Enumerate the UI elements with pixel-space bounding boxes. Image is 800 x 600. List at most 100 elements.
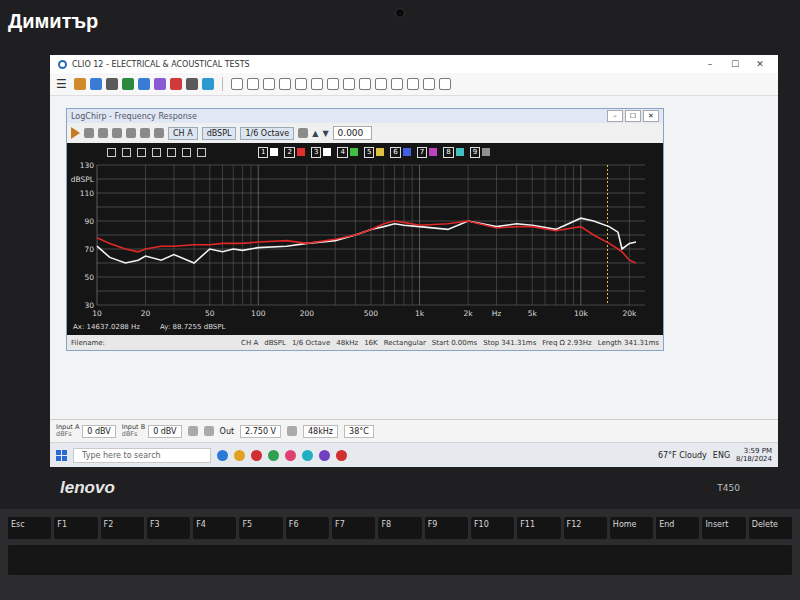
tool-icon[interactable] <box>287 426 297 436</box>
tool-icon[interactable] <box>74 78 86 90</box>
input-level-field[interactable]: 0 dBV <box>148 425 181 438</box>
key[interactable]: F1 <box>54 517 97 539</box>
tool-icon[interactable] <box>182 148 191 157</box>
cursor-line[interactable] <box>607 165 608 305</box>
tool-icon[interactable] <box>186 78 198 90</box>
tool-icon[interactable] <box>343 78 355 90</box>
arrow-button[interactable]: ▼ <box>322 129 328 138</box>
tool-icon[interactable] <box>327 78 339 90</box>
key[interactable]: F4 <box>193 517 236 539</box>
weather[interactable]: 67°F Cloudy <box>658 451 707 460</box>
key[interactable]: F5 <box>239 517 282 539</box>
tool-icon[interactable] <box>140 128 150 138</box>
app-icon[interactable] <box>336 450 347 461</box>
window-control[interactable]: ☐ <box>625 110 641 122</box>
tool-icon[interactable] <box>170 78 182 90</box>
smoothing-button[interactable]: 1/6 Octave <box>240 127 294 140</box>
tool-icon[interactable] <box>423 78 435 90</box>
tool-icon[interactable] <box>137 148 146 157</box>
tool-icon[interactable] <box>152 148 161 157</box>
language[interactable]: ENG <box>713 451 730 460</box>
tool-icon[interactable] <box>204 426 214 436</box>
tool-icon[interactable] <box>359 78 371 90</box>
tool-icon[interactable] <box>98 128 108 138</box>
tool-icon[interactable] <box>439 78 451 90</box>
unit-button[interactable]: dBSPL <box>202 127 237 140</box>
tool-icon[interactable] <box>197 148 206 157</box>
tool-icon[interactable] <box>375 78 387 90</box>
x-tick: 20k <box>622 309 637 318</box>
key[interactable]: Insert <box>702 517 745 539</box>
key[interactable]: F7 <box>332 517 375 539</box>
key[interactable]: F6 <box>286 517 329 539</box>
channel-button[interactable]: CH A <box>168 127 198 140</box>
tool-icon[interactable] <box>112 128 122 138</box>
tool-icon[interactable] <box>407 78 419 90</box>
clock[interactable]: 3:59 PM8/18/2024 <box>736 447 772 463</box>
app-icon[interactable] <box>251 450 262 461</box>
tool-icon[interactable] <box>90 78 102 90</box>
app-icon[interactable] <box>234 450 245 461</box>
tool-icon[interactable] <box>202 78 214 90</box>
overlay-slot[interactable]: 1 <box>258 147 278 158</box>
tool-icon[interactable] <box>106 78 118 90</box>
overlay-slot[interactable]: 5 <box>364 147 384 158</box>
key[interactable]: Esc <box>8 517 51 539</box>
app-icon[interactable] <box>285 450 296 461</box>
key[interactable]: F2 <box>101 517 144 539</box>
overlay-slot[interactable]: 2 <box>284 147 304 158</box>
overlay-slot[interactable]: 3 <box>311 147 331 158</box>
overlay-slot[interactable]: 6 <box>390 147 410 158</box>
sample-rate-field[interactable]: 48kHz <box>303 425 338 438</box>
taskbar-search[interactable]: Type here to search <box>73 448 211 463</box>
tool-icon[interactable] <box>247 78 259 90</box>
window-control[interactable]: ✕ <box>643 110 659 122</box>
overlay-slot[interactable]: 9 <box>470 147 490 158</box>
tool-icon[interactable] <box>122 78 134 90</box>
tool-icon[interactable] <box>188 426 198 436</box>
frequency-chart[interactable]: 130dBSPL110907050301020501002005001k2kHz… <box>67 159 653 323</box>
menu-button[interactable]: ☰ <box>56 77 67 91</box>
window-control[interactable]: – <box>607 110 623 122</box>
app-icon[interactable] <box>302 450 313 461</box>
overlay-slot[interactable]: 7 <box>417 147 437 158</box>
value-field[interactable]: 0.000 <box>333 126 373 140</box>
tool-icon[interactable] <box>126 128 136 138</box>
tool-icon[interactable] <box>138 78 150 90</box>
window-control[interactable]: ☐ <box>725 59 745 69</box>
window-control[interactable]: – <box>700 59 720 69</box>
tool-icon[interactable] <box>231 78 243 90</box>
key[interactable]: F10 <box>471 517 514 539</box>
window-control[interactable]: ✕ <box>750 59 770 69</box>
tool-icon[interactable] <box>311 78 323 90</box>
output-level-field[interactable]: 2.750 V <box>240 425 281 438</box>
overlay-slot[interactable]: 8 <box>443 147 463 158</box>
key[interactable]: F11 <box>517 517 560 539</box>
app-icon[interactable] <box>319 450 330 461</box>
tool-icon[interactable] <box>298 128 308 138</box>
app-icon[interactable] <box>268 450 279 461</box>
key[interactable]: End <box>656 517 699 539</box>
key[interactable]: F12 <box>564 517 607 539</box>
play-icon[interactable] <box>71 127 80 139</box>
arrow-button[interactable]: ▲ <box>312 129 318 138</box>
tool-icon[interactable] <box>391 78 403 90</box>
app-icon[interactable] <box>217 450 228 461</box>
key[interactable]: F8 <box>378 517 421 539</box>
key[interactable]: F9 <box>425 517 468 539</box>
tool-icon[interactable] <box>154 128 164 138</box>
windows-logo-icon[interactable] <box>56 450 67 461</box>
tool-icon[interactable] <box>279 78 291 90</box>
key[interactable]: F3 <box>147 517 190 539</box>
tool-icon[interactable] <box>122 148 131 157</box>
tool-icon[interactable] <box>107 148 116 157</box>
tool-icon[interactable] <box>167 148 176 157</box>
key[interactable]: Delete <box>749 517 792 539</box>
tool-icon[interactable] <box>154 78 166 90</box>
tool-icon[interactable] <box>84 128 94 138</box>
tool-icon[interactable] <box>263 78 275 90</box>
key[interactable]: Home <box>610 517 653 539</box>
input-level-field[interactable]: 0 dBV <box>82 425 115 438</box>
tool-icon[interactable] <box>295 78 307 90</box>
overlay-slot[interactable]: 4 <box>337 147 357 158</box>
